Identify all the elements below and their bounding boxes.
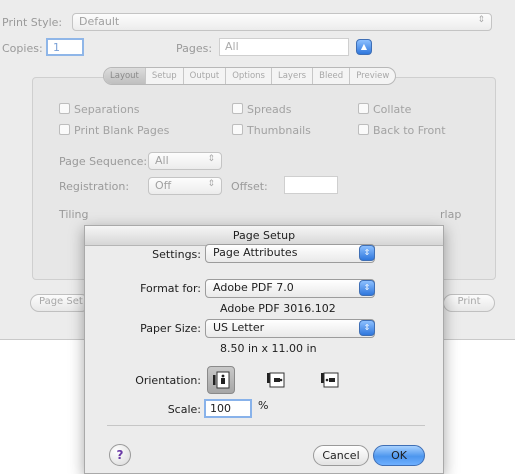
back-to-front-label: Back to Front: [373, 124, 446, 137]
pages-input[interactable]: All: [219, 38, 349, 56]
landscape-orientation-icon[interactable]: [261, 366, 289, 394]
print-button[interactable]: Print: [443, 294, 495, 312]
tab-options[interactable]: Options: [226, 68, 272, 84]
separations-checkbox[interactable]: Separations: [59, 103, 140, 116]
print-style-popup[interactable]: Default ⇕: [72, 13, 492, 31]
separator: [107, 425, 425, 426]
collate-label: Collate: [373, 103, 412, 116]
tab-output[interactable]: Output: [184, 68, 227, 84]
cancel-button[interactable]: Cancel: [313, 445, 369, 466]
format-for-description: Adobe PDF 3016.102: [220, 302, 336, 315]
paper-size-dimensions: 8.50 in x 11.00 in: [220, 342, 317, 355]
page-sequence-popup[interactable]: All ⇕: [148, 152, 222, 170]
scale-label: Scale:: [167, 403, 201, 416]
up-down-arrows-icon: ⇕: [359, 320, 375, 336]
reverse-landscape-orientation-icon[interactable]: [315, 366, 343, 394]
page-sequence-value: All: [155, 154, 169, 167]
up-down-arrows-icon: ⇕: [359, 280, 375, 296]
copies-input[interactable]: 1: [46, 38, 84, 56]
tiling-label: Tiling: [59, 208, 89, 221]
collate-checkbox[interactable]: Collate: [358, 103, 411, 116]
up-down-arrows-icon: ⇕: [359, 245, 375, 261]
paper-size-popup[interactable]: US Letter ⇕: [205, 319, 375, 338]
registration-label: Registration:: [59, 180, 130, 193]
paper-size-value: US Letter: [213, 321, 265, 334]
settings-popup[interactable]: Page Attributes ⇕: [205, 244, 375, 263]
tab-layout[interactable]: Layout: [104, 68, 146, 84]
tab-bleed[interactable]: Bleed: [313, 68, 351, 84]
spreads-checkbox[interactable]: Spreads: [232, 103, 291, 116]
registration-value: Off: [155, 179, 172, 192]
settings-label: Settings:: [152, 248, 201, 261]
copies-label: Copies:: [2, 42, 43, 55]
print-blank-pages-label: Print Blank Pages: [74, 124, 170, 137]
offset-label: Offset:: [231, 180, 268, 193]
tab-layers[interactable]: Layers: [272, 68, 314, 84]
registration-popup[interactable]: Off ⇕: [148, 177, 222, 195]
thumbnails-checkbox[interactable]: Thumbnails: [232, 124, 311, 137]
pages-label: Pages:: [176, 42, 213, 55]
separations-label: Separations: [74, 103, 140, 116]
format-for-popup[interactable]: Adobe PDF 7.0 ⇕: [205, 279, 375, 298]
tab-preview[interactable]: Preview: [350, 68, 395, 84]
page-sequence-label: Page Sequence:: [59, 155, 148, 168]
scale-input[interactable]: 100: [204, 399, 252, 418]
ok-button[interactable]: OK: [373, 445, 425, 466]
paper-size-label: Paper Size:: [140, 322, 201, 335]
tab-setup[interactable]: Setup: [146, 68, 184, 84]
print-style-value: Default: [79, 15, 120, 28]
scale-unit: %: [258, 399, 269, 412]
format-for-label: Format for:: [140, 282, 201, 295]
offset-input[interactable]: [284, 176, 338, 194]
page-setup-sheet: Page Setup Settings: Page Attributes ⇕ F…: [84, 225, 444, 474]
tab-bar: Layout Setup Output Options Layers Bleed…: [103, 67, 397, 85]
settings-value: Page Attributes: [213, 246, 298, 259]
up-down-arrows-icon: ⇕: [207, 179, 215, 189]
portrait-orientation-icon[interactable]: [207, 366, 235, 394]
sheet-title: Page Setup: [85, 226, 443, 246]
pages-stepper-icon[interactable]: ▲: [356, 39, 372, 55]
orientation-label: Orientation:: [135, 374, 201, 387]
up-down-arrows-icon: ⇕: [477, 15, 485, 25]
page-setup-button[interactable]: Page Set: [30, 294, 90, 312]
thumbnails-label: Thumbnails: [247, 124, 311, 137]
format-for-value: Adobe PDF 7.0: [213, 281, 294, 294]
up-down-arrows-icon: ⇕: [207, 154, 215, 164]
print-style-label: Print Style:: [2, 16, 63, 29]
help-icon[interactable]: ?: [109, 444, 131, 466]
spreads-label: Spreads: [247, 103, 292, 116]
overlap-label: rlap: [440, 208, 462, 221]
print-blank-pages-checkbox[interactable]: Print Blank Pages: [59, 124, 169, 137]
back-to-front-checkbox[interactable]: Back to Front: [358, 124, 446, 137]
